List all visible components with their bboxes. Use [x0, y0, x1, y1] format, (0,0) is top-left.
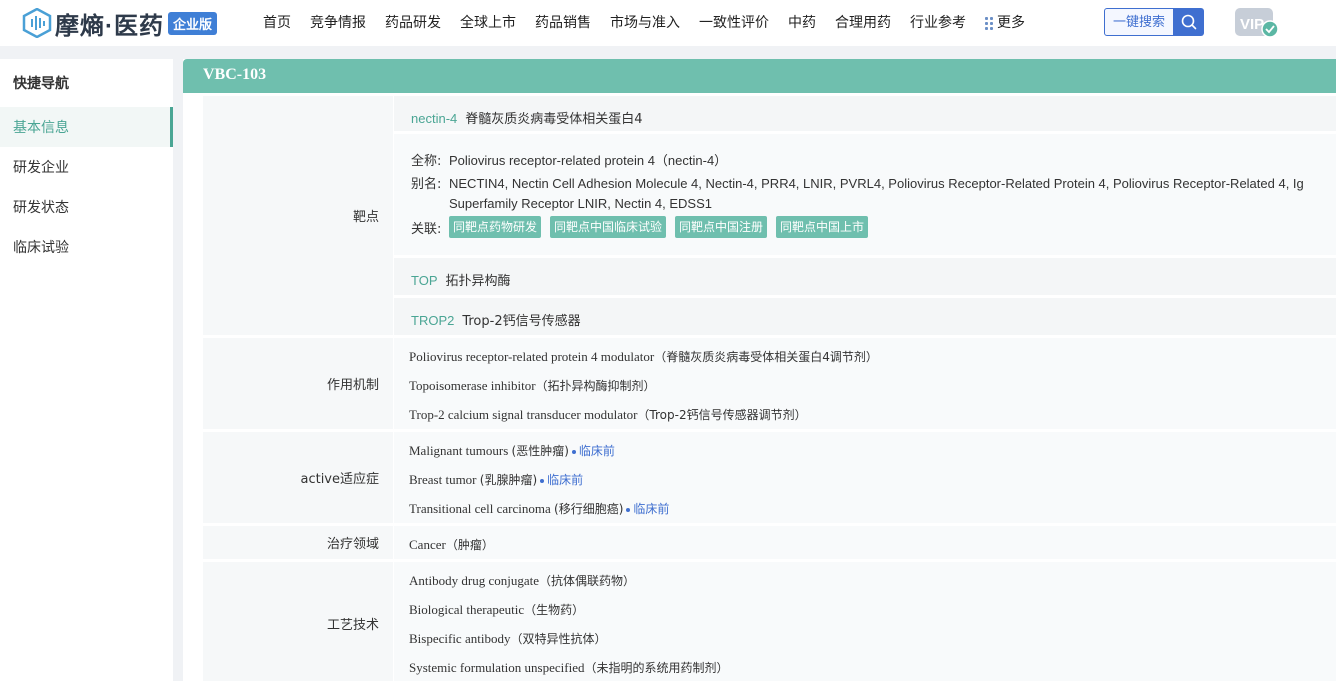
stage-link[interactable]: 临床前 [547, 473, 583, 487]
target-name: Trop-2钙信号传感器 [462, 314, 581, 329]
tag-same-target-rd[interactable]: 同靶点药物研发 [449, 216, 542, 238]
therapy-row: 治疗领域 Cancer（肿瘤） [203, 526, 1336, 562]
indication-item: Transitional cell carcinoma (移行细胞癌) 临床前 [409, 501, 670, 516]
nav-industry-ref[interactable]: 行业参考 [910, 0, 966, 46]
fullname-value: Poliovirus receptor-related protein 4（ne… [449, 153, 728, 168]
sidebar-item-rd-company[interactable]: 研发企业 [0, 147, 173, 187]
related-tags: 关联: 同靶点药物研发 同靶点中国临床试验 同靶点中国注册 同靶点中国上市 [411, 216, 877, 238]
therapy-body: Cancer（肿瘤） [394, 526, 1336, 559]
stage-dot-icon [626, 507, 631, 512]
nav-drug-sales[interactable]: 药品销售 [535, 0, 591, 46]
main-nav: 首页 竞争情报 药品研发 全球上市 药品销售 市场与准入 一致性评价 中药 合理… [263, 0, 1044, 46]
nav-market-access[interactable]: 市场与准入 [610, 0, 680, 46]
mechanism-label: 作用机制 [203, 338, 393, 429]
technology-row: 工艺技术 Antibody drug conjugate（抗体偶联药物） Bio… [203, 562, 1336, 681]
mechanism-item: Trop-2 calcium signal transducer modulat… [409, 407, 807, 422]
tag-same-target-cn-registration[interactable]: 同靶点中国注册 [675, 216, 768, 238]
nav-rational-use[interactable]: 合理用药 [835, 0, 891, 46]
nav-more-label: 更多 [997, 15, 1025, 31]
targets-label: 靶点 [203, 96, 393, 335]
target-item: TOP 拓扑异构酶 [394, 258, 1336, 298]
mechanism-item: Poliovirus receptor-related protein 4 mo… [409, 349, 878, 364]
vip-badge[interactable]: VIP [1234, 7, 1280, 39]
stage-dot-icon [540, 478, 545, 483]
logo-text: 摩熵·医药 [55, 12, 164, 40]
sidebar-item-clinical-trials[interactable]: 临床试验 [0, 227, 173, 267]
target-name: 拓扑异构酶 [445, 274, 511, 289]
stage-link[interactable]: 临床前 [579, 444, 615, 458]
target-detail: 全称: Poliovirus receptor-related protein 4… [394, 134, 1336, 258]
alias-value-cont: Superfamily Receptor LNIR, Nectin 4, EDS… [449, 196, 712, 211]
related-label: 关联: [411, 221, 442, 237]
technology-label: 工艺技术 [203, 562, 393, 681]
target-item: TROP2 Trop-2钙信号传感器 [394, 298, 1336, 338]
indication-item: Breast tumor (乳腺肿瘤) 临床前 [409, 472, 584, 487]
nav-consistency-eval[interactable]: 一致性评价 [699, 0, 769, 46]
search-icon [1181, 14, 1197, 30]
quick-nav-sidebar: 快捷导航 基本信息 研发企业 研发状态 临床试验 [0, 59, 173, 681]
targets-row: 靶点 nectin-4 脊髓灰质炎病毒受体相关蛋白4 全称: Poliovirus … [203, 96, 1336, 338]
brand-logo[interactable]: 摩熵·医药 企业版 [22, 5, 218, 41]
technology-body: Antibody drug conjugate（抗体偶联药物） Biologic… [394, 562, 1336, 681]
target-item: nectin-4 脊髓灰质炎病毒受体相关蛋白4 [394, 96, 1336, 134]
target-code-link[interactable]: TROP2 [411, 313, 454, 328]
indication-body: Malignant tumours (恶性肿瘤) 临床前 Breast tumor… [394, 432, 1336, 523]
target-code-link[interactable]: nectin-4 [411, 111, 457, 126]
alias-label: 别名: [411, 177, 442, 192]
technology-item: Biological therapeutic（生物药） [409, 602, 585, 617]
indication-row: active适应症 Malignant tumours (恶性肿瘤) 临床前 Br… [203, 432, 1336, 526]
drug-title-bar: VBC-103 [183, 59, 1336, 93]
stage-dot-icon [571, 449, 576, 454]
therapy-label: 治疗领域 [203, 526, 393, 559]
nav-drug-rd[interactable]: 药品研发 [385, 0, 441, 46]
sidebar-title: 快捷导航 [13, 75, 69, 91]
vip-text: VIP [1240, 16, 1264, 33]
fullname-label: 全称: [411, 154, 442, 169]
vip-icon: VIP [1235, 8, 1279, 38]
mechanism-body: Poliovirus receptor-related protein 4 mo… [394, 338, 1336, 429]
mechanism-row: 作用机制 Poliovirus receptor-related protein… [203, 338, 1336, 432]
mechanism-item: Topoisomerase inhibitor（拓扑异构酶抑制剂） [409, 378, 656, 393]
tag-same-target-cn-launch[interactable]: 同靶点中国上市 [776, 216, 869, 238]
nav-more[interactable]: 更多 [985, 0, 1025, 46]
nav-global-launch[interactable]: 全球上市 [460, 0, 516, 46]
top-header: 摩熵·医药 企业版 首页 竞争情报 药品研发 全球上市 药品销售 市场与准入 一… [0, 0, 1336, 46]
nav-competitive-intel[interactable]: 竞争情报 [310, 0, 366, 46]
indication-item: Malignant tumours (恶性肿瘤) 临床前 [409, 443, 615, 458]
technology-item: Bispecific antibody（双特异性抗体） [409, 631, 607, 646]
nav-home[interactable]: 首页 [263, 0, 291, 46]
target-name: 脊髓灰质炎病毒受体相关蛋白4 [465, 112, 643, 127]
edition-badge: 企业版 [168, 11, 218, 35]
sidebar-item-rd-status[interactable]: 研发状态 [0, 187, 173, 227]
quick-search-button[interactable]: 一键搜索 [1104, 8, 1174, 36]
stage-link[interactable]: 临床前 [633, 502, 669, 516]
main-content: VBC-103 靶点 nectin-4 脊髓灰质炎病毒受体相关蛋白4 全称: Pol… [183, 59, 1336, 681]
logo-icon [22, 7, 52, 39]
sidebar-item-basic-info[interactable]: 基本信息 [0, 107, 173, 147]
search-submit-button[interactable] [1174, 8, 1204, 36]
targets-body: nectin-4 脊髓灰质炎病毒受体相关蛋白4 全称: Poliovirus rec… [394, 96, 1336, 338]
target-code-link[interactable]: TOP [411, 273, 438, 288]
nav-tcm[interactable]: 中药 [788, 0, 816, 46]
indication-label: active适应症 [203, 432, 393, 523]
technology-item: Antibody drug conjugate（抗体偶联药物） [409, 573, 635, 588]
therapy-value: Cancer（肿瘤） [409, 537, 494, 552]
technology-item: Systemic formulation unspecified（未指明的系统用… [409, 660, 729, 675]
alias-value: NECTIN4, Nectin Cell Adhesion Molecule 4… [449, 176, 1304, 191]
grid-dots-icon [985, 16, 993, 30]
tag-same-target-cn-trials[interactable]: 同靶点中国临床试验 [550, 216, 667, 238]
